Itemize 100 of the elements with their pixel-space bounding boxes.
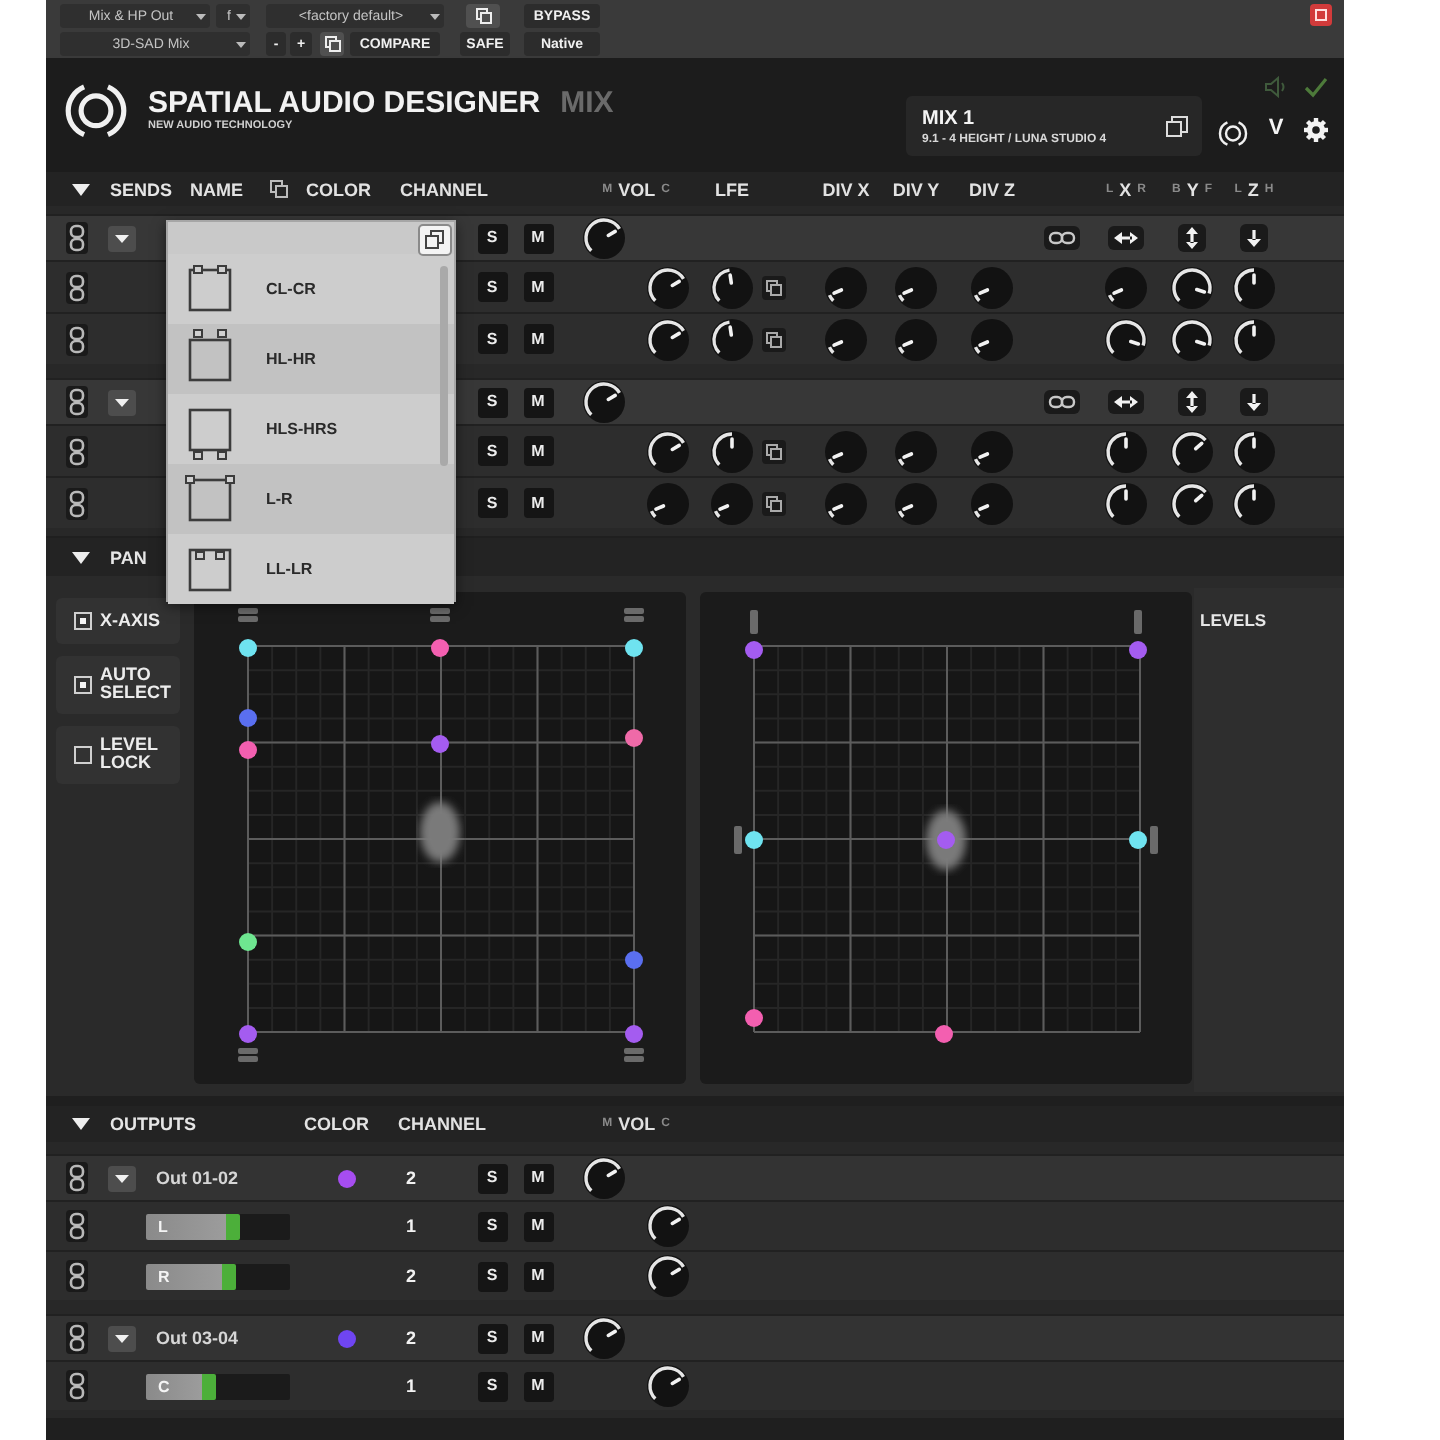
solo-button[interactable]: S <box>477 1371 507 1401</box>
solo-button[interactable]: S <box>477 387 507 417</box>
speaker-dot[interactable] <box>431 639 449 657</box>
solo-button[interactable]: S <box>477 1323 507 1353</box>
settings-icon[interactable] <box>1304 118 1328 142</box>
knob[interactable] <box>1104 317 1148 361</box>
solo-button[interactable]: S <box>477 223 507 253</box>
knob[interactable] <box>646 1364 690 1408</box>
knob[interactable] <box>894 481 938 525</box>
caret-icon[interactable] <box>72 1116 90 1132</box>
link-icon[interactable] <box>65 435 87 467</box>
knob[interactable] <box>970 429 1014 473</box>
mute-button[interactable]: M <box>523 436 553 466</box>
mute-button[interactable]: M <box>523 387 553 417</box>
mute-button[interactable]: M <box>523 1261 553 1291</box>
copy-icon[interactable] <box>466 4 500 28</box>
knob[interactable] <box>824 429 868 473</box>
checkbox-icon[interactable] <box>74 612 92 630</box>
link-icon[interactable] <box>65 1210 87 1242</box>
knob[interactable] <box>710 481 754 525</box>
speaker-dot[interactable] <box>935 1025 953 1043</box>
link-icon[interactable] <box>65 271 87 303</box>
caret-icon[interactable] <box>72 549 90 565</box>
caret-icon[interactable] <box>108 389 136 415</box>
speaker-dot[interactable] <box>625 1025 643 1043</box>
knob[interactable] <box>710 265 754 309</box>
option-toggle[interactable]: X-AXIS <box>56 598 180 644</box>
caret-icon[interactable] <box>72 181 90 197</box>
link-icon[interactable] <box>65 222 87 254</box>
chain-icon[interactable] <box>1044 226 1080 250</box>
knob[interactable] <box>1170 265 1214 309</box>
speaker-handle[interactable] <box>1134 610 1142 634</box>
link-icon[interactable] <box>65 1162 87 1194</box>
solo-button[interactable]: S <box>477 1163 507 1193</box>
solo-button[interactable]: S <box>477 488 507 518</box>
check-icon[interactable] <box>1304 76 1328 98</box>
logo-icon[interactable] <box>1218 120 1248 147</box>
knob[interactable] <box>582 216 626 260</box>
mute-button[interactable]: M <box>523 1323 553 1353</box>
color-dot[interactable] <box>337 1169 355 1187</box>
knob[interactable] <box>710 317 754 361</box>
link-icon[interactable] <box>65 1370 87 1402</box>
speaker-dot[interactable] <box>239 1025 257 1043</box>
knob[interactable] <box>646 429 690 473</box>
mute-button[interactable]: M <box>523 1211 553 1241</box>
speaker-dot[interactable] <box>625 729 643 747</box>
copy-icon[interactable] <box>418 224 452 256</box>
speaker-dot[interactable] <box>239 741 257 759</box>
caret-icon[interactable] <box>108 1325 136 1351</box>
copy-icon[interactable] <box>761 327 785 351</box>
close-icon[interactable] <box>1310 4 1332 26</box>
speaker-dot[interactable] <box>625 951 643 969</box>
mute-button[interactable]: M <box>523 223 553 253</box>
knob[interactable] <box>582 1316 626 1360</box>
caret-icon[interactable] <box>108 1165 136 1191</box>
knob[interactable] <box>646 1254 690 1298</box>
copy-icon[interactable] <box>761 275 785 299</box>
knob[interactable] <box>710 429 754 473</box>
speaker-dot[interactable] <box>745 641 763 659</box>
knob[interactable] <box>1170 481 1214 525</box>
knob[interactable] <box>1104 429 1148 473</box>
knob[interactable] <box>824 317 868 361</box>
menu-item[interactable]: CL-CR <box>168 254 454 324</box>
knob[interactable] <box>824 481 868 525</box>
speaker-dot[interactable] <box>431 735 449 753</box>
speaker-handle[interactable] <box>750 610 758 634</box>
copy-icon[interactable] <box>320 32 344 56</box>
knob[interactable] <box>646 481 690 525</box>
knob[interactable] <box>824 265 868 309</box>
menu-item[interactable]: LL-LR <box>168 534 454 604</box>
mute-button[interactable]: M <box>523 272 553 302</box>
caret-icon[interactable] <box>108 225 136 251</box>
pan-field[interactable] <box>194 592 686 1084</box>
speaker-dot[interactable] <box>239 933 257 951</box>
knob[interactable] <box>1170 429 1214 473</box>
knob[interactable] <box>582 380 626 424</box>
knob[interactable] <box>1232 317 1276 361</box>
checkbox-icon[interactable] <box>74 745 92 764</box>
link-icon[interactable] <box>65 487 87 519</box>
speaker-dot[interactable] <box>239 639 257 657</box>
chain-icon[interactable] <box>1044 390 1080 414</box>
knob[interactable] <box>894 429 938 473</box>
knob[interactable] <box>582 1156 626 1200</box>
speaker-dot[interactable] <box>937 831 955 849</box>
solo-button[interactable]: S <box>477 1211 507 1241</box>
knob[interactable] <box>1104 481 1148 525</box>
speaker-dot[interactable] <box>239 709 257 727</box>
solo-button[interactable]: S <box>477 436 507 466</box>
speaker-dot[interactable] <box>1129 831 1147 849</box>
copy-icon[interactable] <box>1166 115 1188 137</box>
mute-button[interactable]: M <box>523 1371 553 1401</box>
v-button[interactable]: V <box>1264 112 1288 142</box>
solo-button[interactable]: S <box>477 1261 507 1291</box>
copy-icon[interactable] <box>269 180 287 198</box>
speaker-dot[interactable] <box>745 1009 763 1027</box>
mute-button[interactable]: M <box>523 1163 553 1193</box>
speaker-dot[interactable] <box>745 831 763 849</box>
knob[interactable] <box>1104 265 1148 309</box>
link-icon[interactable] <box>65 1322 87 1354</box>
knob[interactable] <box>646 265 690 309</box>
